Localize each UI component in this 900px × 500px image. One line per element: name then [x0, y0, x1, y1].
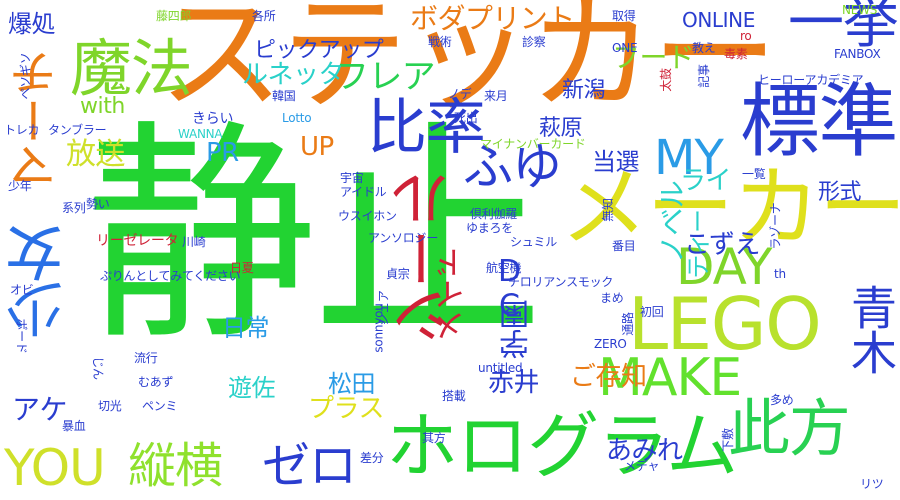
word-obi: オビ — [10, 283, 34, 297]
word-tsuro: 通路 — [620, 312, 635, 336]
word-pickup: ピックアップ — [254, 38, 384, 63]
word-dokuso: 毒素 — [724, 47, 748, 61]
word-wanna: WANNA — [178, 127, 223, 141]
word-ichiran: 一覧 — [742, 167, 766, 181]
word-muchi: 無知 — [600, 198, 615, 222]
word-juoh: 縦横 — [128, 438, 223, 494]
word-fanbox: FANBOX — [834, 47, 881, 61]
word-liselotte: リーゼレータ — [96, 233, 179, 249]
word-kiriko: 切光 — [98, 399, 122, 413]
word-ryuko: 流行 — [134, 351, 158, 365]
word-niigata: 新潟 — [562, 78, 606, 103]
word-shinsatsu: 診察 — [522, 35, 546, 49]
word-board: ボード — [14, 318, 29, 354]
word-mynumber: マイナンバーカード — [480, 137, 586, 151]
word-jin: じん — [90, 356, 105, 380]
word-up: UP — [300, 132, 334, 162]
word-kokuki: 航空機 — [486, 261, 522, 275]
word-sadamune: 貞宗 — [386, 267, 410, 281]
word-purin: ぷりんとしてみてください — [100, 269, 241, 283]
word-ritsu: リツ — [860, 477, 884, 491]
word-lotto: Lotto — [282, 111, 312, 125]
word-anthology: アンソロジー — [368, 231, 439, 245]
word-oome: 多め — [770, 393, 794, 407]
word-bodaprint: ボダプリント — [410, 2, 575, 35]
word-medya: メデャ — [624, 459, 660, 473]
word-plus: プラス — [308, 394, 384, 424]
word-with: with — [80, 94, 125, 119]
word-you: YOU — [4, 439, 106, 497]
word-maho: 魔法 — [70, 32, 193, 105]
word-ake: アケ — [12, 393, 67, 426]
word-toshiro: 藤四郎 — [156, 9, 192, 23]
word-banme: 番目 — [612, 239, 636, 253]
word-kankoku: 韓国 — [272, 89, 296, 103]
word-tosai: 搭載 — [442, 389, 466, 403]
word-tyrolean: チロリアンスモック — [508, 275, 614, 289]
word-kawasaki: 川崎 — [182, 235, 206, 249]
word-kirai: きらい — [192, 111, 234, 127]
word-tosen: 当選 — [592, 148, 640, 176]
word-th: th — [774, 267, 786, 281]
word-taiko: 太鼓 — [658, 68, 673, 92]
word-shonen: 少年 — [8, 179, 32, 193]
word-sonata: 其方 — [422, 431, 446, 445]
word-toreka: トレカ — [4, 123, 40, 137]
word-shitajiki: 下敷 — [720, 428, 735, 452]
word-gozonji: ご存知 — [570, 362, 647, 392]
word-uchu: 宇宙 — [340, 171, 364, 185]
word-pesogiso: ペソギソ — [18, 52, 33, 100]
word-kurikara: 倶利伽羅 — [470, 207, 518, 221]
word-muazu: むあず — [138, 375, 174, 389]
word-raigetsu: 来月 — [484, 89, 508, 103]
word-rai: ライ — [680, 166, 731, 196]
word-konata: 此方 — [728, 392, 851, 465]
word-penmi: ペンミ — [142, 399, 178, 413]
word-keishiki: 形式 — [818, 180, 862, 205]
word-idol: アイドル — [340, 185, 387, 199]
word-bakusho: 爆処 — [8, 10, 56, 38]
word-node: ノデ — [448, 87, 472, 101]
word-flare: フレア — [335, 57, 436, 97]
word-kozue: こずえ — [684, 230, 760, 260]
word-cloud: 静止 ステッカー メーカー ホログラム 標準 LEGO 比率 魔法 少女 一挙 … — [0, 0, 900, 500]
word-matsuda: 松田 — [328, 370, 376, 398]
word-yumarowo: ゆまろを — [466, 221, 514, 235]
word-kiji: 記事 — [696, 64, 711, 88]
word-maid: メイド — [432, 248, 470, 343]
word-usuihon: ウスイホン — [338, 209, 397, 223]
word-shumiru: シュミル — [510, 235, 558, 249]
word-online: ONLINE — [682, 8, 755, 32]
word-zero-small: ZERO — [594, 337, 627, 351]
word-lunetta: ルネッタ — [242, 60, 344, 90]
word-shutoku: 取得 — [612, 9, 636, 23]
word-yusa: 遊佐 — [228, 374, 276, 402]
word-nichijo: 日常 — [222, 314, 270, 342]
word-ro: ro — [740, 29, 752, 43]
word-zero: ゼロ — [262, 438, 357, 494]
word-tumbler: タンブラー — [48, 123, 107, 137]
word-hoso: 放送 — [66, 137, 125, 172]
word-aoki: 青木 — [844, 284, 898, 375]
word-lazona: ラゾーナ — [768, 202, 783, 250]
word-senjutsu: 戦術 — [428, 35, 452, 49]
word-shokai: 初回 — [640, 305, 664, 319]
word-shide: 死出 — [454, 111, 478, 125]
word-sonnyou: sonnyou — [371, 303, 386, 353]
word-news: NEWS — [842, 3, 878, 17]
word-sabun: 差分 — [360, 451, 384, 465]
word-boketsu: 暴血 — [62, 419, 86, 433]
word-mame: まめ — [600, 291, 624, 305]
word-hologram: ホログラム — [386, 404, 738, 488]
word-pr: PR — [206, 138, 239, 168]
word-hyojun: 標準 — [740, 75, 898, 168]
word-hero-academia: ヒーローアカデミア — [758, 73, 864, 87]
word-one: ONE — [612, 41, 638, 55]
word-ikioi: 勢い — [86, 197, 110, 211]
word-keiretsu: 系列 — [62, 201, 86, 215]
word-untitled: untitled — [478, 361, 523, 375]
word-kakusho: 各所 — [252, 9, 276, 23]
word-oshie: 教え — [692, 41, 716, 55]
